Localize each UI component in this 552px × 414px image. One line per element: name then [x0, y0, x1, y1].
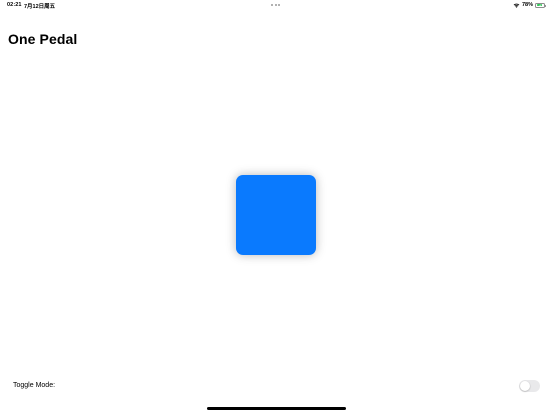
page-title: One Pedal — [8, 31, 78, 47]
home-indicator[interactable] — [207, 407, 346, 410]
toggle-knob — [520, 381, 530, 391]
battery-cap — [545, 4, 546, 7]
status-time: 02:21 — [7, 2, 22, 8]
wifi-icon — [513, 3, 520, 8]
toggle-mode-label: Toggle Mode: — [13, 382, 56, 389]
battery-percent: 78% — [521, 2, 533, 8]
toggle-mode-switch[interactable] — [519, 380, 540, 392]
status-date: 7月12日周五 — [24, 4, 56, 10]
charging-bolt-icon: ⚡ — [538, 3, 542, 8]
multitasking-dots-icon[interactable] — [271, 4, 280, 6]
status-indicators: 78% ⚡ — [513, 2, 546, 8]
status-bar: 02:21 7月12日周五 78% ⚡ — [0, 0, 552, 12]
battery-charging-icon: ⚡ — [535, 2, 546, 8]
pedal-button[interactable] — [236, 175, 316, 255]
